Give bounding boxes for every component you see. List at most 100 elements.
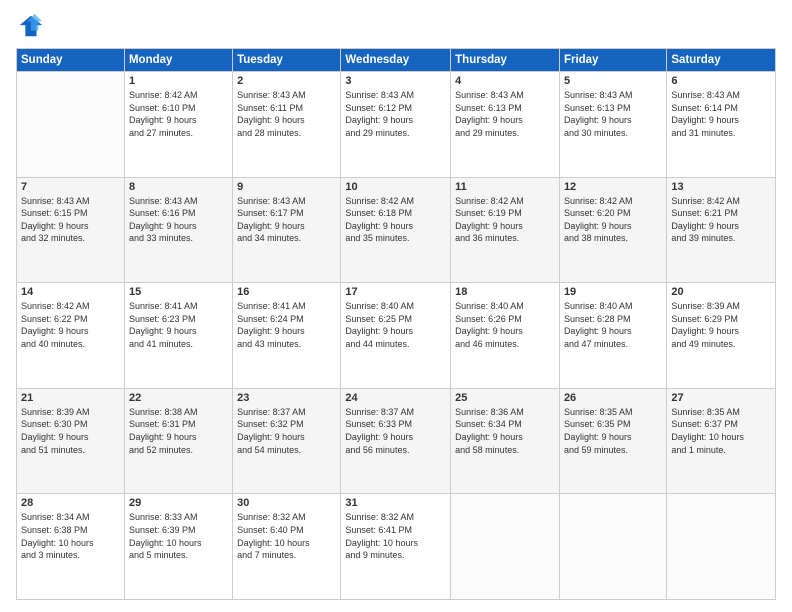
day-number: 21: [21, 392, 120, 404]
calendar-cell: 23Sunrise: 8:37 AM Sunset: 6:32 PM Dayli…: [233, 388, 341, 494]
calendar-cell: 4 Sunrise: 8:43 AM Sunset: 6:13 PM Daylig…: [451, 72, 560, 178]
calendar-cell: [451, 494, 560, 600]
calendar-cell: 13Sunrise: 8:42 AM Sunset: 6:21 PM Dayli…: [667, 177, 776, 283]
calendar-cell: 1 Sunrise: 8:42 AM Sunset: 6:10 PM Daylig…: [124, 72, 232, 178]
day-number: 24: [345, 392, 446, 404]
day-info: Sunrise: 8:43 AM Sunset: 6:12 PM Dayligh…: [345, 89, 446, 139]
day-number: 15: [129, 286, 228, 298]
day-number: 6: [671, 75, 771, 87]
header-row: [16, 12, 776, 40]
day-number: 22: [129, 392, 228, 404]
calendar-cell: 14 Sunrise: 8:42 AM Sunset: 6:22 PM Dayli…: [17, 283, 125, 389]
day-info: Sunrise: 8:42 AM Sunset: 6:10 PM Dayligh…: [129, 89, 228, 139]
calendar-cell: 22 Sunrise: 8:38 AM Sunset: 6:31 PM Dayli…: [124, 388, 232, 494]
calendar-cell: 17Sunrise: 8:40 AM Sunset: 6:25 PM Dayli…: [341, 283, 451, 389]
header-row-days: SundayMondayTuesdayWednesdayThursdayFrid…: [17, 49, 776, 72]
day-number: 20: [671, 286, 771, 298]
calendar-cell: 25 Sunrise: 8:36 AM Sunset: 6:34 PM Dayli…: [451, 388, 560, 494]
calendar-cell: 30 Sunrise: 8:32 AM Sunset: 6:40 PM Dayli…: [233, 494, 341, 600]
day-number: 13: [671, 181, 771, 193]
day-info: Sunrise: 8:40 AM Sunset: 6:26 PM Dayligh…: [455, 300, 555, 350]
calendar-cell: [667, 494, 776, 600]
day-info: Sunrise: 8:43 AM Sunset: 6:13 PM Dayligh…: [455, 89, 555, 139]
day-number: 1: [129, 75, 228, 87]
day-info: Sunrise: 8:39 AM Sunset: 6:30 PM Dayligh…: [21, 406, 120, 456]
day-number: 4: [455, 75, 555, 87]
day-info: Sunrise: 8:42 AM Sunset: 6:22 PM Dayligh…: [21, 300, 120, 350]
day-info: Sunrise: 8:32 AM Sunset: 6:41 PM Dayligh…: [345, 511, 446, 561]
calendar-cell: 29Sunrise: 8:33 AM Sunset: 6:39 PM Dayli…: [124, 494, 232, 600]
calendar-cell: 19 Sunrise: 8:40 AM Sunset: 6:28 PM Dayli…: [559, 283, 666, 389]
calendar-cell: 26 Sunrise: 8:35 AM Sunset: 6:35 PM Dayli…: [559, 388, 666, 494]
calendar-cell: 20 Sunrise: 8:39 AM Sunset: 6:29 PM Dayli…: [667, 283, 776, 389]
day-number: 14: [21, 286, 120, 298]
calendar-cell: 27Sunrise: 8:35 AM Sunset: 6:37 PM Dayli…: [667, 388, 776, 494]
day-number: 19: [564, 286, 662, 298]
week-row-4: 21 Sunrise: 8:39 AM Sunset: 6:30 PM Dayli…: [17, 388, 776, 494]
day-info: Sunrise: 8:39 AM Sunset: 6:29 PM Dayligh…: [671, 300, 771, 350]
calendar-cell: 12 Sunrise: 8:42 AM Sunset: 6:20 PM Dayli…: [559, 177, 666, 283]
logo: [16, 12, 48, 40]
day-info: Sunrise: 8:43 AM Sunset: 6:15 PM Dayligh…: [21, 195, 120, 245]
day-number: 7: [21, 181, 120, 193]
day-info: Sunrise: 8:36 AM Sunset: 6:34 PM Dayligh…: [455, 406, 555, 456]
day-number: 2: [237, 75, 336, 87]
calendar-cell: 28Sunrise: 8:34 AM Sunset: 6:38 PM Dayli…: [17, 494, 125, 600]
calendar-cell: 10 Sunrise: 8:42 AM Sunset: 6:18 PM Dayli…: [341, 177, 451, 283]
page: SundayMondayTuesdayWednesdayThursdayFrid…: [0, 0, 792, 612]
day-info: Sunrise: 8:37 AM Sunset: 6:32 PM Dayligh…: [237, 406, 336, 456]
col-header-wednesday: Wednesday: [341, 49, 451, 72]
day-info: Sunrise: 8:43 AM Sunset: 6:13 PM Dayligh…: [564, 89, 662, 139]
calendar-cell: 6 Sunrise: 8:43 AM Sunset: 6:14 PM Daylig…: [667, 72, 776, 178]
calendar-cell: 21 Sunrise: 8:39 AM Sunset: 6:30 PM Dayli…: [17, 388, 125, 494]
day-number: 12: [564, 181, 662, 193]
day-info: Sunrise: 8:43 AM Sunset: 6:14 PM Dayligh…: [671, 89, 771, 139]
calendar-cell: 3 Sunrise: 8:43 AM Sunset: 6:12 PM Daylig…: [341, 72, 451, 178]
day-info: Sunrise: 8:35 AM Sunset: 6:35 PM Dayligh…: [564, 406, 662, 456]
day-number: 31: [345, 497, 446, 509]
day-info: Sunrise: 8:41 AM Sunset: 6:23 PM Dayligh…: [129, 300, 228, 350]
day-info: Sunrise: 8:42 AM Sunset: 6:20 PM Dayligh…: [564, 195, 662, 245]
day-number: 11: [455, 181, 555, 193]
day-info: Sunrise: 8:38 AM Sunset: 6:31 PM Dayligh…: [129, 406, 228, 456]
logo-icon: [16, 12, 44, 40]
calendar-cell: 2 Sunrise: 8:43 AM Sunset: 6:11 PM Daylig…: [233, 72, 341, 178]
calendar-cell: 15 Sunrise: 8:41 AM Sunset: 6:23 PM Dayli…: [124, 283, 232, 389]
week-row-1: 1 Sunrise: 8:42 AM Sunset: 6:10 PM Daylig…: [17, 72, 776, 178]
day-info: Sunrise: 8:37 AM Sunset: 6:33 PM Dayligh…: [345, 406, 446, 456]
day-info: Sunrise: 8:40 AM Sunset: 6:28 PM Dayligh…: [564, 300, 662, 350]
day-info: Sunrise: 8:43 AM Sunset: 6:17 PM Dayligh…: [237, 195, 336, 245]
day-info: Sunrise: 8:43 AM Sunset: 6:11 PM Dayligh…: [237, 89, 336, 139]
day-number: 3: [345, 75, 446, 87]
calendar-cell: 9 Sunrise: 8:43 AM Sunset: 6:17 PM Daylig…: [233, 177, 341, 283]
calendar-cell: 16Sunrise: 8:41 AM Sunset: 6:24 PM Dayli…: [233, 283, 341, 389]
calendar-cell: 8Sunrise: 8:43 AM Sunset: 6:16 PM Daylig…: [124, 177, 232, 283]
day-info: Sunrise: 8:41 AM Sunset: 6:24 PM Dayligh…: [237, 300, 336, 350]
calendar-cell: 7 Sunrise: 8:43 AM Sunset: 6:15 PM Daylig…: [17, 177, 125, 283]
calendar-cell: 11 Sunrise: 8:42 AM Sunset: 6:19 PM Dayli…: [451, 177, 560, 283]
day-info: Sunrise: 8:42 AM Sunset: 6:18 PM Dayligh…: [345, 195, 446, 245]
col-header-tuesday: Tuesday: [233, 49, 341, 72]
col-header-sunday: Sunday: [17, 49, 125, 72]
day-number: 17: [345, 286, 446, 298]
day-number: 8: [129, 181, 228, 193]
day-number: 5: [564, 75, 662, 87]
day-number: 9: [237, 181, 336, 193]
calendar-cell: [559, 494, 666, 600]
day-number: 25: [455, 392, 555, 404]
day-number: 18: [455, 286, 555, 298]
day-info: Sunrise: 8:35 AM Sunset: 6:37 PM Dayligh…: [671, 406, 771, 456]
week-row-5: 28Sunrise: 8:34 AM Sunset: 6:38 PM Dayli…: [17, 494, 776, 600]
calendar-cell: 31 Sunrise: 8:32 AM Sunset: 6:41 PM Dayli…: [341, 494, 451, 600]
day-number: 10: [345, 181, 446, 193]
calendar-cell: 24 Sunrise: 8:37 AM Sunset: 6:33 PM Dayli…: [341, 388, 451, 494]
day-number: 30: [237, 497, 336, 509]
day-info: Sunrise: 8:42 AM Sunset: 6:19 PM Dayligh…: [455, 195, 555, 245]
calendar-table: SundayMondayTuesdayWednesdayThursdayFrid…: [16, 48, 776, 600]
week-row-3: 14 Sunrise: 8:42 AM Sunset: 6:22 PM Dayli…: [17, 283, 776, 389]
week-row-2: 7 Sunrise: 8:43 AM Sunset: 6:15 PM Daylig…: [17, 177, 776, 283]
col-header-monday: Monday: [124, 49, 232, 72]
day-number: 26: [564, 392, 662, 404]
day-info: Sunrise: 8:32 AM Sunset: 6:40 PM Dayligh…: [237, 511, 336, 561]
calendar-cell: [17, 72, 125, 178]
